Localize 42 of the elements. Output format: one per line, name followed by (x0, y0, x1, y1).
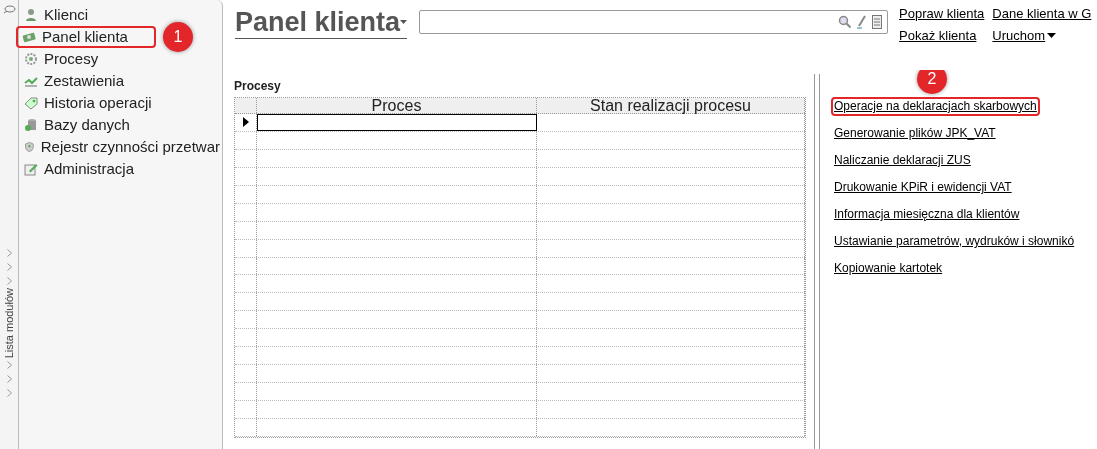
sidebar-item[interactable]: Zestawienia (19, 70, 222, 92)
top-link[interactable]: Uruchom (992, 28, 1092, 44)
callout-badge: 1 (163, 22, 193, 52)
module-strip-label: Lista modułów (1, 288, 16, 359)
action-link[interactable]: Operacje na deklaracjach skarbowych (831, 97, 1040, 116)
sidebar-item[interactable]: Rejestr czynności przetwar (19, 136, 222, 158)
column-header[interactable]: Proces (257, 98, 537, 113)
database-icon (24, 118, 38, 132)
action-link[interactable]: Generowanie plików JPK_VAT (831, 124, 999, 143)
sidebar-item[interactable]: Administracja (19, 158, 222, 180)
search-icon[interactable] (838, 15, 853, 29)
sidebar-item[interactable]: Bazy danych (19, 114, 222, 136)
action-link[interactable]: Ustawianie parametrów, wydruków i słownikó (831, 232, 1078, 251)
list-icon[interactable] (872, 15, 883, 29)
page-title[interactable]: Panel klienta (235, 6, 408, 39)
edit-icon (24, 162, 38, 176)
person-icon (24, 8, 38, 22)
pencil-icon[interactable] (857, 15, 868, 29)
sidebar-item[interactable]: Historia operacji (19, 92, 222, 114)
module-strip[interactable]: Lista modułów (0, 0, 19, 449)
chart-icon (24, 74, 38, 88)
table-cell[interactable] (257, 114, 537, 131)
caret-icon (1047, 33, 1057, 39)
action-link[interactable]: Drukowanie KPiR i ewidencji VAT (831, 178, 1015, 197)
search-field[interactable] (419, 10, 889, 34)
top-link[interactable]: Popraw klienta (899, 6, 985, 22)
pin-icon[interactable] (2, 4, 16, 14)
current-row-icon (242, 117, 249, 128)
tag-icon (24, 96, 38, 110)
money-icon (22, 30, 36, 44)
section-title: Procesy (234, 78, 282, 95)
callout-badge: 2 (917, 70, 947, 94)
top-link[interactable]: Pokaż klienta (899, 28, 985, 44)
action-link[interactable]: Kopiowanie kartotek (831, 259, 946, 278)
caret-icon (400, 20, 408, 24)
sidebar-item[interactable]: Panel klienta (16, 26, 156, 48)
top-link[interactable]: Dane klienta w G (992, 6, 1092, 22)
shield-icon (24, 140, 35, 154)
action-link[interactable]: Naliczanie deklaracji ZUS (831, 151, 974, 170)
gear-icon (24, 52, 38, 66)
column-header[interactable]: Stan realizacji procesu (537, 98, 805, 113)
action-link[interactable]: Informacja miesięczna dla klientów (831, 205, 1023, 224)
